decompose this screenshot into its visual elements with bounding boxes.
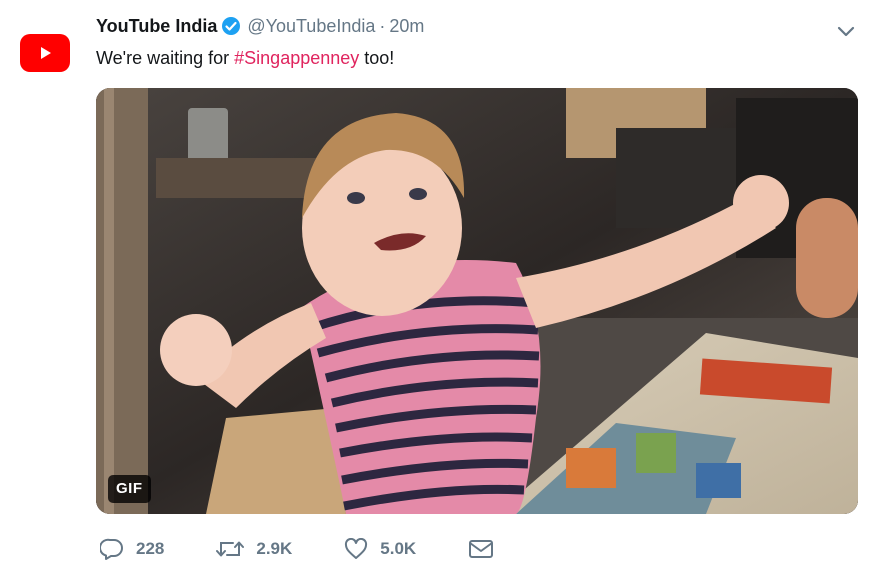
reply-button[interactable]: 228 bbox=[100, 538, 164, 560]
hashtag-link[interactable]: #Singappenney bbox=[234, 48, 359, 68]
tweet-header: YouTube India @YouTubeIndia · 20m bbox=[96, 14, 424, 38]
direct-message-button[interactable] bbox=[468, 539, 506, 559]
gif-frame-image bbox=[96, 88, 858, 514]
reply-icon bbox=[100, 538, 123, 560]
tweet-text-start: We're waiting for bbox=[96, 48, 235, 68]
retweet-icon bbox=[216, 541, 245, 557]
tweet-text-end: too! bbox=[359, 48, 395, 68]
reply-count: 228 bbox=[136, 539, 165, 558]
like-button[interactable]: 5.0K bbox=[344, 538, 416, 560]
retweet-count: 2.9K bbox=[256, 539, 293, 558]
tweet-actions: 228 2.9K 5.0K bbox=[100, 538, 558, 560]
tweet-timestamp[interactable]: 20m bbox=[389, 14, 424, 38]
gif-badge: GIF bbox=[108, 475, 151, 503]
heart-icon bbox=[345, 538, 368, 559]
chevron-down-icon[interactable] bbox=[834, 20, 858, 44]
youtube-logo-icon[interactable] bbox=[20, 34, 70, 72]
like-count: 5.0K bbox=[380, 539, 417, 558]
retweet-button[interactable]: 2.9K bbox=[216, 538, 292, 560]
envelope-icon bbox=[469, 540, 494, 558]
tweet-text: We're waiting for #Singappenney too! bbox=[96, 46, 394, 70]
gif-media[interactable]: GIF bbox=[96, 88, 858, 514]
author-name[interactable]: YouTube India bbox=[96, 14, 217, 38]
author-handle[interactable]: @YouTubeIndia bbox=[247, 14, 375, 38]
tweet-card[interactable]: YouTube India @YouTubeIndia · 20m We're … bbox=[0, 0, 875, 583]
separator-dot: · bbox=[379, 16, 386, 36]
verified-badge-icon bbox=[221, 16, 241, 36]
